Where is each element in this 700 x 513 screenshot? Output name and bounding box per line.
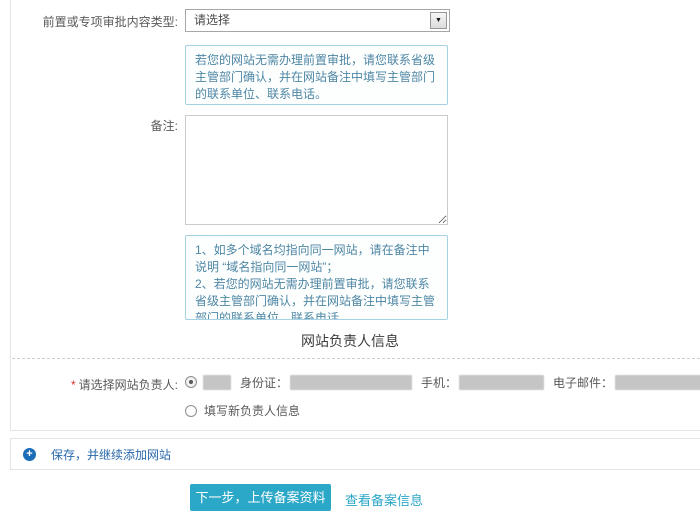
approval-tip-text: 若您的网站无需办理前置审批，请您联系省级主管部门确认，并在网站备注中填写主管部门…: [195, 53, 435, 101]
id-card-label: 身份证：: [240, 374, 288, 391]
phone-label: 手机：: [421, 374, 457, 391]
beian-website-form: 前置或专项审批内容类型: 请选择 ▼ 若您的网站无需办理前置审批，请您联系省级主…: [0, 0, 700, 513]
remark-tip-bubble: 1、如多个域名均指向同一网站，请在备注中说明 “域名指向同一网站”； 2、若您的…: [185, 235, 448, 320]
existing-owner-radio[interactable]: [185, 376, 197, 388]
section-divider: [12, 358, 700, 359]
existing-owner-row: 身份证： 手机： 电子邮件：: [185, 374, 700, 390]
dropdown-button[interactable]: ▼: [430, 12, 447, 29]
new-owner-radio[interactable]: [185, 405, 197, 417]
approval-type-select[interactable]: 请选择 ▼: [185, 9, 450, 32]
save-and-add-bar[interactable]: + 保存，并继续添加网站: [10, 438, 700, 470]
save-and-add-link[interactable]: 保存，并继续添加网站: [51, 446, 171, 463]
owner-name-redacted: [203, 375, 231, 390]
plus-icon: +: [23, 448, 36, 461]
view-filing-link[interactable]: 查看备案信息: [345, 490, 423, 509]
next-step-button[interactable]: 下一步，上传备案资料: [190, 484, 331, 511]
phone-redacted: [459, 375, 544, 390]
id-card-redacted: [290, 375, 412, 390]
remark-label: 备注:: [0, 119, 178, 133]
remark-textarea[interactable]: [185, 115, 448, 225]
owner-section-title: 网站负责人信息: [0, 331, 700, 351]
chevron-down-icon: ▼: [435, 17, 442, 24]
approval-tip-bubble: 若您的网站无需办理前置审批，请您联系省级主管部门确认，并在网站备注中填写主管部门…: [185, 45, 448, 105]
new-owner-option-label[interactable]: 填写新负责人信息: [204, 402, 300, 419]
new-owner-row: 填写新负责人信息: [185, 402, 300, 419]
email-redacted: [615, 375, 700, 390]
remark-tip-line-2: 2、若您的网站无需办理前置审批，请您联系省级主管部门确认，并在网站备注中填写主管…: [195, 276, 438, 320]
owner-select-label: *请选择网站负责人:: [0, 378, 178, 392]
remark-tip-line-1: 1、如多个域名均指向同一网站，请在备注中说明 “域名指向同一网站”；: [195, 242, 438, 276]
email-label: 电子邮件：: [553, 374, 613, 391]
required-asterisk: *: [71, 378, 76, 392]
owner-select-label-text: 请选择网站负责人:: [79, 378, 178, 392]
approval-type-label: 前置或专项审批内容类型:: [0, 15, 178, 29]
approval-type-selected-value: 请选择: [186, 10, 449, 31]
